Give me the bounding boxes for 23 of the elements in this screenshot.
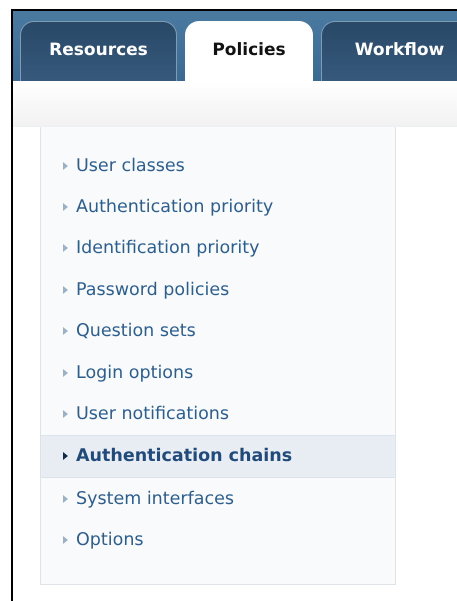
tab[interactable]: Policies <box>185 21 313 81</box>
menu-item[interactable]: Password policies <box>41 269 395 311</box>
menu-item[interactable]: Authentication priority <box>41 186 395 228</box>
triangle-icon <box>63 494 68 503</box>
menu-item[interactable]: Identification priority <box>41 228 395 270</box>
triangle-icon <box>63 327 68 336</box>
menu-item[interactable]: Login options <box>41 352 395 394</box>
triangle-icon <box>63 162 68 170</box>
triangle-icon <box>63 368 68 377</box>
menu-item[interactable]: Authentication chains <box>41 434 395 478</box>
triangle-icon <box>63 536 68 544</box>
menu-item[interactable]: User classes <box>41 145 395 186</box>
triangle-icon <box>63 244 68 252</box>
menu-item[interactable]: Options <box>41 520 395 561</box>
triangle-icon <box>63 452 68 460</box>
menu-item[interactable]: System interfaces <box>41 478 395 520</box>
menu-item[interactable]: User notifications <box>41 393 395 435</box>
triangle-icon <box>63 203 68 212</box>
triangle-icon <box>63 410 68 418</box>
menu-item[interactable]: Question sets <box>41 310 395 352</box>
triangle-icon <box>63 286 68 294</box>
tab[interactable]: Resources <box>20 21 177 81</box>
tab[interactable]: Workflow <box>321 21 457 81</box>
